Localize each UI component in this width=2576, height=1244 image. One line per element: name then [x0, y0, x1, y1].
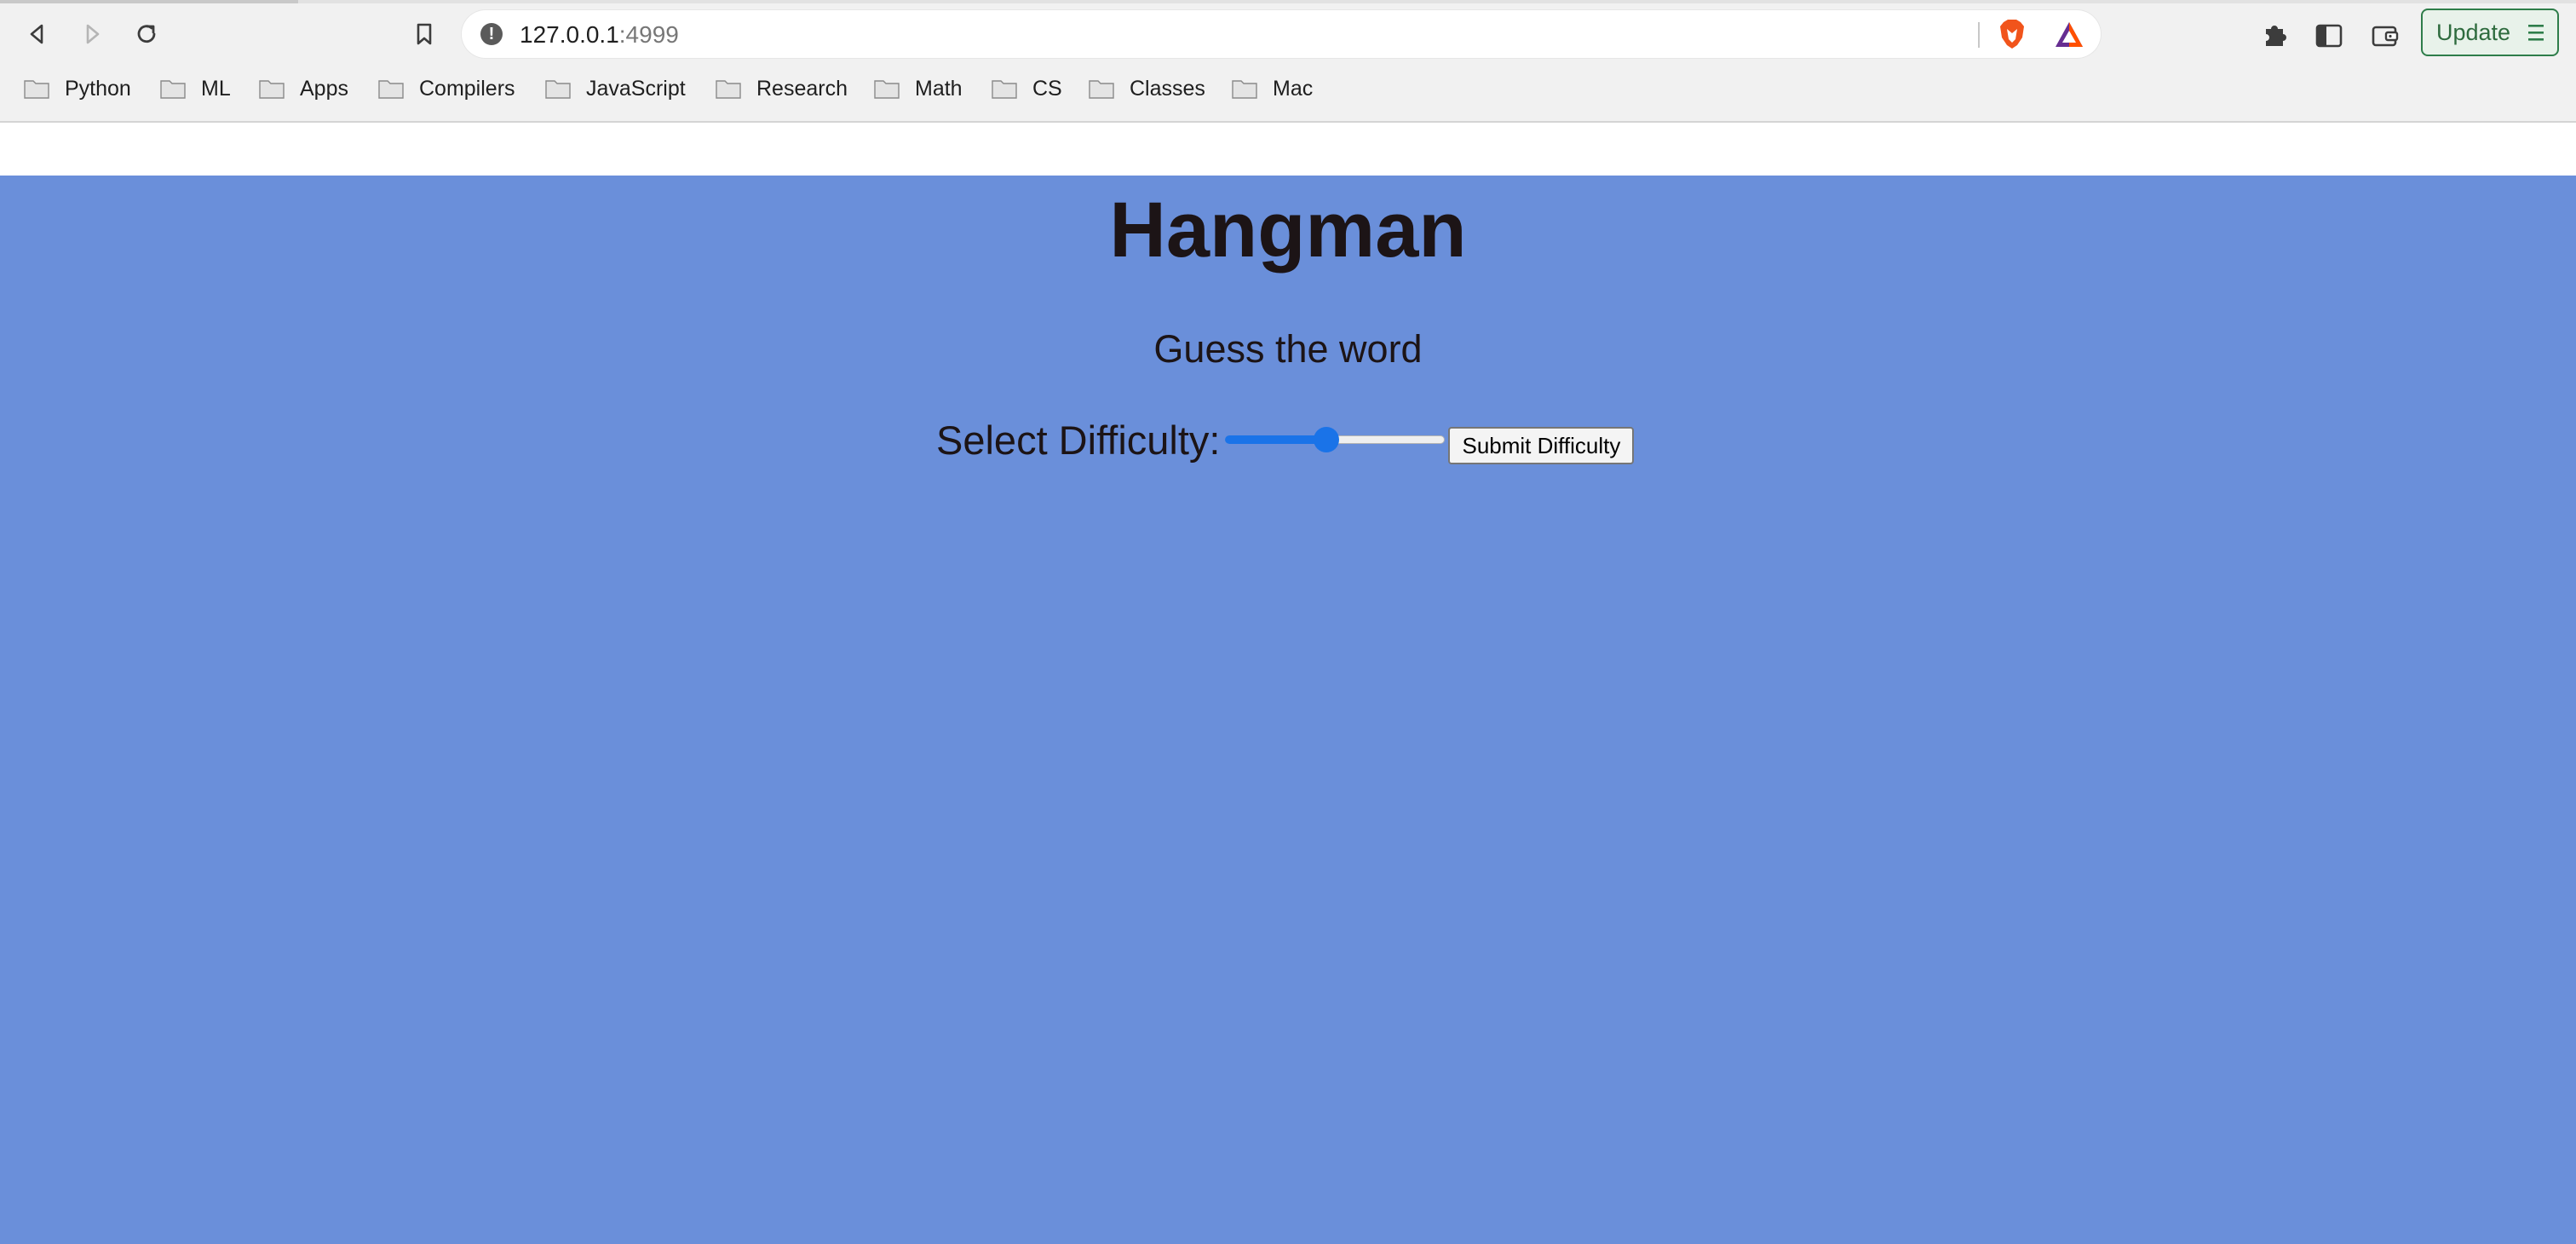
forward-arrow-icon	[86, 24, 100, 44]
hangman-page: Hangman Guess the word Select Difficulty…	[0, 176, 2576, 1244]
folder-icon	[716, 80, 741, 99]
bookmarks-bar: Python ML Apps Compilers JavaScript Rese…	[0, 70, 2576, 107]
bookmark-label: Apps	[300, 76, 348, 101]
brave-rewards-icon[interactable]	[2053, 19, 2085, 51]
reload-icon	[137, 25, 156, 43]
folder-icon	[378, 80, 404, 99]
page-subtitle: Guess the word	[1153, 327, 1423, 371]
bookmark-label: ML	[201, 76, 231, 101]
update-button[interactable]: Update	[2421, 9, 2559, 56]
bookmark-label: Math	[915, 76, 963, 101]
bookmark-folder[interactable]: CS	[992, 73, 1062, 104]
folder-icon	[545, 80, 571, 99]
address-divider	[1978, 22, 1980, 48]
browser-chrome: ! 127.0.0.1:4999 Update Python ML Apps C…	[0, 0, 2576, 123]
difficulty-slider[interactable]	[1225, 423, 1446, 457]
url-host: 127.0.0.1	[520, 21, 619, 48]
page-top-margin	[0, 123, 2576, 176]
active-tab-indicator[interactable]	[0, 0, 298, 3]
extensions-icon[interactable]	[2259, 20, 2290, 51]
bookmark-label: Classes	[1130, 76, 1205, 101]
bookmark-folder[interactable]: Math	[874, 73, 963, 104]
site-info-icon[interactable]: !	[480, 23, 503, 45]
sidebar-toggle-icon[interactable]	[2314, 20, 2344, 51]
slider-fill	[1225, 435, 1327, 444]
menu-icon	[2528, 25, 2544, 41]
bookmark-label: JavaScript	[586, 76, 686, 101]
folder-icon	[259, 80, 285, 99]
bookmark-folder[interactable]: Classes	[1089, 73, 1205, 104]
bookmark-label: Python	[65, 76, 131, 101]
page-title: Hangman	[1109, 187, 1467, 274]
address-bar[interactable]: ! 127.0.0.1:4999	[462, 10, 2101, 58]
reload-button[interactable]	[129, 17, 164, 51]
bookmark-folder[interactable]: Apps	[259, 73, 348, 104]
brave-shields-icon[interactable]	[1995, 17, 2029, 51]
bookmark-folder[interactable]: JavaScript	[545, 73, 686, 104]
url-port: :4999	[618, 21, 679, 48]
bookmark-folder[interactable]: Python	[24, 73, 131, 104]
slider-thumb[interactable]	[1314, 427, 1340, 452]
bookmark-label: Compilers	[419, 76, 515, 101]
browser-toolbar: ! 127.0.0.1:4999 Update	[0, 5, 2576, 63]
difficulty-form: Select Difficulty: Submit Difficulty	[936, 412, 1635, 467]
difficulty-label: Select Difficulty:	[936, 417, 1221, 463]
bookmark-folder[interactable]: ML	[160, 73, 231, 104]
bookmark-folder[interactable]: Mac	[1232, 73, 1313, 104]
bookmark-label: Research	[756, 76, 848, 101]
folder-icon	[1089, 80, 1114, 99]
bookmark-folder[interactable]: Compilers	[378, 73, 515, 104]
forward-button[interactable]	[75, 17, 109, 51]
bookmark-label: Mac	[1273, 76, 1314, 101]
folder-icon	[24, 80, 49, 99]
folder-icon	[160, 80, 186, 99]
folder-icon	[992, 80, 1017, 99]
bookmark-page-button[interactable]	[407, 17, 441, 51]
update-label: Update	[2436, 19, 2511, 45]
bookmark-label: CS	[1032, 76, 1062, 101]
back-arrow-icon	[30, 24, 43, 44]
bookmark-folder[interactable]: Research	[716, 73, 848, 104]
submit-difficulty-button[interactable]: Submit Difficulty	[1448, 427, 1635, 464]
back-button[interactable]	[20, 17, 55, 51]
tab-strip	[0, 0, 2576, 3]
url-text[interactable]: 127.0.0.1:4999	[520, 21, 679, 49]
folder-icon	[874, 80, 900, 99]
wallet-icon[interactable]	[2370, 20, 2401, 51]
bookmark-icon	[417, 23, 432, 45]
folder-icon	[1232, 80, 1257, 99]
